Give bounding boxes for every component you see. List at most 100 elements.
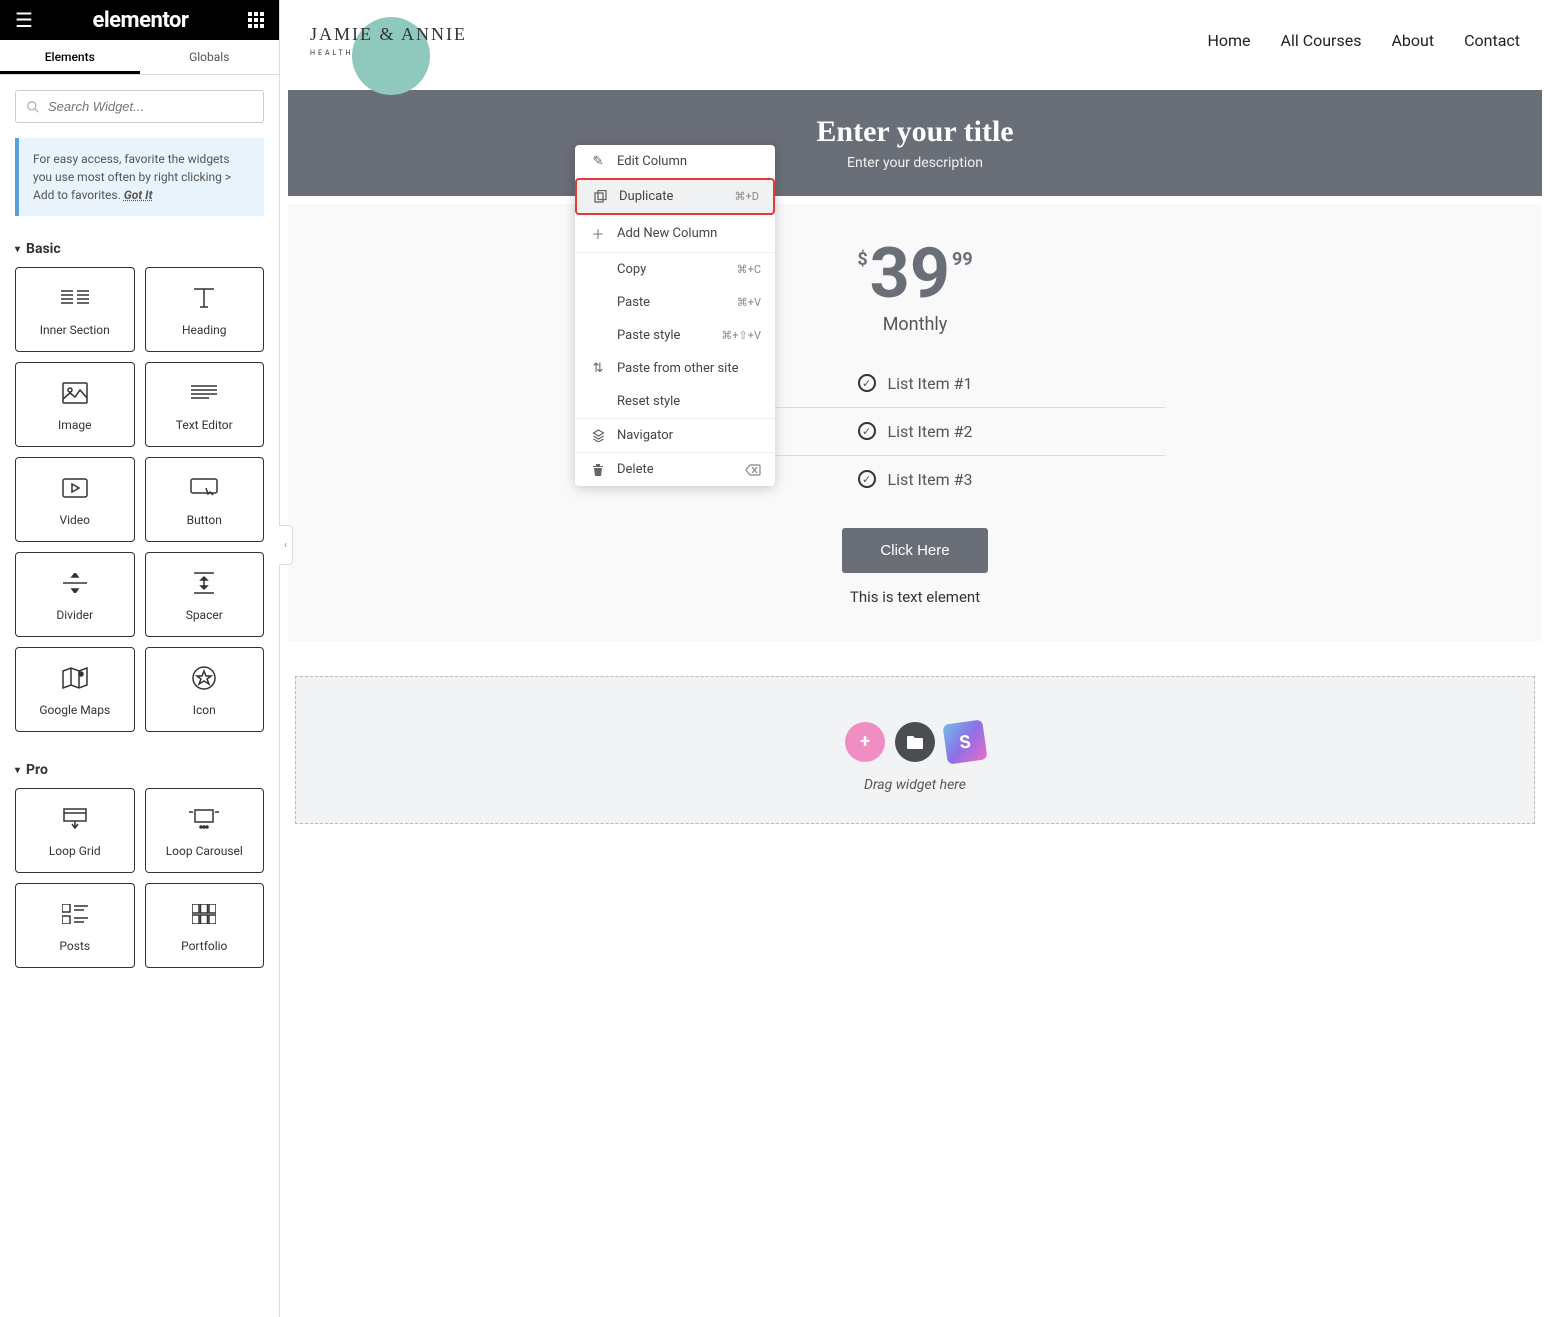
ctx-label: Reset style	[617, 394, 680, 409]
ctx-label: Delete	[617, 462, 654, 477]
drop-zone-actions: + S	[296, 722, 1534, 762]
nav-all-courses[interactable]: All Courses	[1281, 31, 1362, 50]
widget-image[interactable]: Image	[15, 362, 135, 447]
widget-label: Loop Grid	[49, 844, 101, 858]
main-nav: Home All Courses About Contact	[1207, 31, 1520, 50]
widget-label: Heading	[182, 323, 227, 337]
got-it-link[interactable]: Got It	[124, 188, 153, 202]
hero-section[interactable]: Enter your title Enter your description	[288, 90, 1542, 196]
widget-posts[interactable]: Posts	[15, 883, 135, 968]
widget-google-maps[interactable]: Google Maps	[15, 647, 135, 732]
widget-label: Google Maps	[39, 703, 110, 717]
button-icon	[190, 473, 218, 503]
page-header: JAMIE & ANNIE HEALTH & NUTRITION Home Al…	[280, 0, 1550, 82]
price-cents: 99	[952, 249, 973, 270]
ctx-navigator[interactable]: Navigator	[575, 419, 775, 452]
price-period: Monthly	[288, 314, 1542, 335]
widget-portfolio[interactable]: Portfolio	[145, 883, 265, 968]
widget-loop-grid[interactable]: Loop Grid	[15, 788, 135, 873]
template-library-button[interactable]	[895, 722, 935, 762]
widget-loop-carousel[interactable]: Loop Carousel	[145, 788, 265, 873]
widget-heading[interactable]: Heading	[145, 267, 265, 352]
ctx-label: Paste	[617, 295, 650, 310]
section-pro-title[interactable]: Pro	[0, 747, 279, 788]
check-circle-icon: ✓	[858, 470, 876, 488]
price-amount: 39	[870, 239, 950, 309]
site-logo[interactable]: JAMIE & ANNIE HEALTH & NUTRITION	[310, 25, 467, 57]
ctx-edit-column[interactable]: ✎ Edit Column	[575, 145, 775, 178]
widget-video[interactable]: Video	[15, 457, 135, 542]
duplicate-icon	[591, 190, 609, 203]
check-circle-icon: ✓	[858, 374, 876, 392]
pricing-section[interactable]: $ 39 99 Monthly ✓ List Item #1 ✓ List It…	[288, 204, 1542, 641]
widget-button[interactable]: Button	[145, 457, 265, 542]
ctx-duplicate[interactable]: Duplicate ⌘+D	[575, 178, 775, 215]
elementor-sidebar: ☰ elementor Elements Globals For easy ac…	[0, 0, 280, 1317]
plus-icon: ＋	[589, 224, 607, 243]
ctx-paste-from-other[interactable]: ⇅ Paste from other site	[575, 352, 775, 385]
ctx-label: Add New Column	[617, 226, 717, 241]
widget-label: Posts	[59, 939, 90, 953]
apps-grid-icon[interactable]	[248, 12, 264, 28]
widget-icon[interactable]: Icon	[145, 647, 265, 732]
logo-text: JAMIE & ANNIE	[310, 25, 467, 45]
hero-title[interactable]: Enter your title	[313, 115, 1517, 149]
nav-contact[interactable]: Contact	[1464, 31, 1520, 50]
starter-templates-button[interactable]: S	[942, 719, 987, 764]
widget-spacer[interactable]: Spacer	[145, 552, 265, 637]
tab-elements[interactable]: Elements	[0, 40, 140, 74]
transfer-icon: ⇅	[589, 361, 607, 376]
tip-box: For easy access, favorite the widgets yo…	[15, 138, 264, 216]
search-box[interactable]	[15, 90, 264, 123]
drop-zone[interactable]: + S Drag widget here	[295, 676, 1535, 824]
icon-icon	[192, 663, 216, 693]
ctx-label: Edit Column	[617, 154, 687, 169]
search-input[interactable]	[48, 99, 253, 114]
inner-section-icon	[61, 283, 89, 313]
image-icon	[62, 378, 88, 408]
ctx-paste-style[interactable]: Paste style ⌘+⇧+V	[575, 319, 775, 352]
portfolio-icon	[192, 899, 216, 929]
search-icon	[26, 100, 40, 114]
hero-description[interactable]: Enter your description	[313, 155, 1517, 171]
layers-icon	[589, 429, 607, 442]
nav-about[interactable]: About	[1391, 31, 1434, 50]
feature-text: List Item #2	[888, 422, 973, 441]
pencil-icon: ✎	[589, 154, 607, 169]
widget-divider[interactable]: Divider	[15, 552, 135, 637]
price-display: $ 39 99	[288, 239, 1542, 309]
nav-home[interactable]: Home	[1207, 31, 1250, 50]
heading-icon	[190, 283, 218, 313]
widget-label: Portfolio	[181, 939, 227, 953]
trash-icon	[589, 463, 607, 476]
google-maps-icon	[62, 663, 88, 693]
ctx-shortcut: ⌘+D	[735, 190, 759, 203]
add-section-button[interactable]: +	[845, 722, 885, 762]
ctx-paste[interactable]: Paste ⌘+V	[575, 286, 775, 319]
tab-globals[interactable]: Globals	[140, 40, 280, 74]
ctx-shortcut: ⌘+C	[737, 263, 761, 276]
ctx-copy[interactable]: Copy ⌘+C	[575, 253, 775, 286]
cta-button[interactable]: Click Here	[842, 528, 987, 573]
divider-icon	[63, 568, 87, 598]
widget-label: Inner Section	[40, 323, 110, 337]
sidebar-top-bar: ☰ elementor	[0, 0, 279, 40]
ctx-reset-style[interactable]: Reset style	[575, 385, 775, 418]
widget-text-editor[interactable]: Text Editor	[145, 362, 265, 447]
ctx-add-new-column[interactable]: ＋ Add New Column	[575, 215, 775, 252]
section-basic-title[interactable]: Basic	[0, 226, 279, 267]
hamburger-menu-icon[interactable]: ☰	[15, 8, 33, 32]
widget-label: Icon	[193, 703, 216, 717]
bottom-text-element[interactable]: This is text element	[288, 588, 1542, 606]
collapse-sidebar-handle[interactable]: ‹	[279, 525, 293, 565]
widget-label: Video	[59, 513, 90, 527]
ctx-label: Paste from other site	[617, 361, 739, 376]
widget-label: Divider	[56, 608, 93, 622]
ctx-label: Duplicate	[619, 189, 673, 204]
feature-text: List Item #3	[888, 470, 973, 489]
ctx-shortcut: ⌘+⇧+V	[721, 329, 761, 342]
basic-widgets-grid: Inner Section Heading Image Text Editor …	[0, 267, 279, 747]
ctx-label: Paste style	[617, 328, 680, 343]
widget-inner-section[interactable]: Inner Section	[15, 267, 135, 352]
ctx-delete[interactable]: Delete	[575, 453, 775, 486]
